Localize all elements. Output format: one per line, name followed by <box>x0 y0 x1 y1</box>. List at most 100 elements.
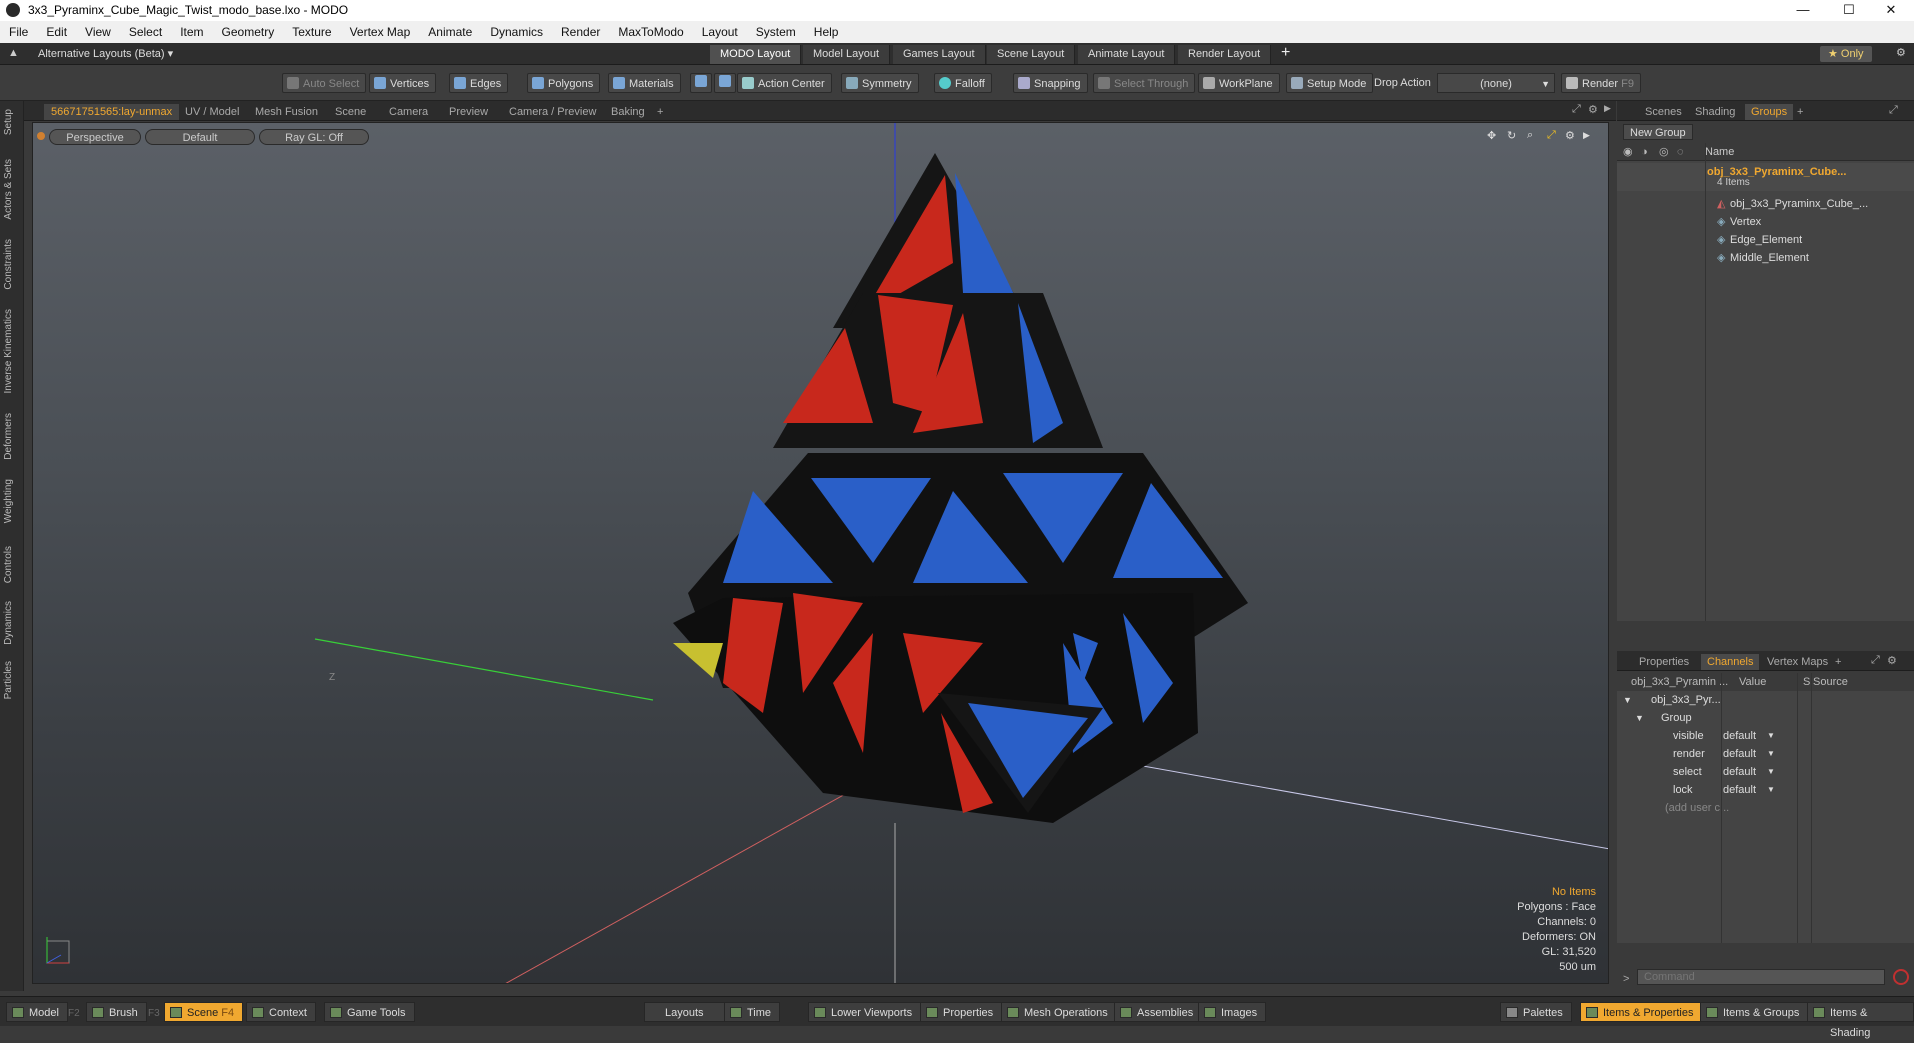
add-tab-button[interactable]: + <box>650 104 670 120</box>
channel-row[interactable]: lock default ▼ <box>1617 781 1914 799</box>
menu-view[interactable]: View <box>76 21 120 43</box>
command-input[interactable] <box>1637 969 1885 985</box>
chevron-down-icon[interactable]: ▼ <box>1767 745 1775 763</box>
chevron-down-icon[interactable]: ▼ <box>1767 781 1775 799</box>
time-button[interactable]: Time <box>724 1002 781 1022</box>
tab-actors-sets[interactable]: Actors & Sets <box>3 159 14 220</box>
tab-inverse-kinematics[interactable]: Inverse Kinematics <box>3 309 14 393</box>
materials-button[interactable]: Materials <box>608 73 681 93</box>
tab-deformers[interactable]: Deformers <box>3 413 14 460</box>
maximize-viewport-icon[interactable]: ⤢ <box>1572 103 1581 116</box>
palettes-button[interactable]: Palettes <box>1500 1002 1572 1022</box>
viewport-gear-icon[interactable]: ⚙ <box>1588 103 1598 116</box>
tab-dynamics[interactable]: Dynamics <box>3 601 14 645</box>
record-icon[interactable] <box>1893 969 1909 985</box>
add-panel-tab-button[interactable]: + <box>1791 104 1809 120</box>
assemblies-button[interactable]: Assemblies <box>1114 1002 1203 1022</box>
model-button[interactable]: Model <box>6 1002 68 1022</box>
tab-constraints[interactable]: Constraints <box>3 239 14 290</box>
tab-shading[interactable]: Shading <box>1689 104 1741 120</box>
element-mode-button[interactable] <box>690 73 712 93</box>
tab-camera-preview[interactable]: Camera / Preview <box>502 104 603 120</box>
tab-render-layout[interactable]: Render Layout <box>1178 45 1272 64</box>
tab-channels[interactable]: Channels <box>1701 654 1760 670</box>
group-row[interactable]: obj_3x3_Pyraminx_Cube... 4 Items <box>1617 163 1914 191</box>
tab-model-layout[interactable]: Model Layout <box>803 45 891 64</box>
menu-texture[interactable]: Texture <box>283 21 340 43</box>
lower-viewports-button[interactable]: Lower Viewports <box>808 1002 922 1022</box>
tab-games-layout[interactable]: Games Layout <box>893 45 986 64</box>
channel-object-row[interactable]: ▼ obj_3x3_Pyr... <box>1617 691 1914 709</box>
auto-select-button[interactable]: Auto Select <box>282 73 367 93</box>
maximize-button[interactable]: ☐ <box>1826 0 1872 21</box>
game-tools-button[interactable]: Game Tools <box>324 1002 415 1022</box>
menu-select[interactable]: Select <box>120 21 171 43</box>
tab-modo-layout[interactable]: MODO Layout <box>710 45 802 64</box>
menu-dynamics[interactable]: Dynamics <box>481 21 552 43</box>
tab-weighting[interactable]: Weighting <box>3 479 14 523</box>
menu-maxtomodo[interactable]: MaxToModo <box>609 21 692 43</box>
viewport-menu-icon[interactable]: ▶ <box>1604 103 1611 114</box>
menu-help[interactable]: Help <box>805 21 848 43</box>
list-item[interactable]: ◈ Middle_Element <box>1617 249 1914 267</box>
menu-file[interactable]: File <box>0 21 37 43</box>
items-shading-button[interactable]: Items & Shading <box>1807 1002 1914 1039</box>
3d-viewport[interactable]: Perspective Default Ray GL: Off ✥ ↻ ⌕ ⤢ … <box>32 122 1609 984</box>
items-properties-button[interactable]: Items & Properties <box>1580 1002 1703 1022</box>
brush-button[interactable]: Brush <box>86 1002 147 1022</box>
menu-edit[interactable]: Edit <box>37 21 76 43</box>
polygons-button[interactable]: Polygons <box>527 73 601 93</box>
tab-scene-layout[interactable]: Scene Layout <box>987 45 1076 64</box>
tab-scene[interactable]: Scene <box>328 104 373 120</box>
menu-layout[interactable]: Layout <box>693 21 747 43</box>
tab-controls[interactable]: Controls <box>3 546 14 583</box>
gear-icon[interactable]: ⚙ <box>1896 46 1906 59</box>
menu-animate[interactable]: Animate <box>419 21 481 43</box>
tab-properties[interactable]: Properties <box>1633 654 1695 670</box>
channel-row[interactable]: render default ▼ <box>1617 745 1914 763</box>
context-button[interactable]: Context <box>246 1002 316 1022</box>
items-groups-button[interactable]: Items & Groups <box>1700 1002 1809 1022</box>
select-through-button[interactable]: Select Through <box>1093 73 1196 93</box>
menu-render[interactable]: Render <box>552 21 609 43</box>
new-group-button[interactable]: New Group <box>1623 124 1693 140</box>
properties-button[interactable]: Properties <box>920 1002 1003 1022</box>
render-button[interactable]: Render F9 <box>1561 73 1641 93</box>
tab-groups[interactable]: Groups <box>1745 104 1794 120</box>
tab-vertex-maps[interactable]: Vertex Maps <box>1761 654 1834 670</box>
tab-baking[interactable]: Baking <box>604 104 652 120</box>
only-toggle[interactable]: ★ Only <box>1820 46 1872 62</box>
tab-animate-layout[interactable]: Animate Layout <box>1078 45 1176 64</box>
vertices-button[interactable]: Vertices <box>369 73 437 93</box>
expand-panel-icon[interactable]: ⤢ <box>1889 104 1898 117</box>
layouts-button[interactable]: Layouts <box>644 1002 725 1022</box>
falloff-button[interactable]: Falloff <box>934 73 992 93</box>
chevron-down-icon[interactable]: ▼ <box>1767 763 1775 781</box>
menu-geometry[interactable]: Geometry <box>213 21 284 43</box>
expand-channels-icon[interactable]: ⤢ <box>1871 654 1880 667</box>
setup-mode-button[interactable]: Setup Mode <box>1286 73 1374 93</box>
tab-particles[interactable]: Particles <box>3 661 14 699</box>
channel-row[interactable]: visible default ▼ <box>1617 727 1914 745</box>
symmetry-button[interactable]: Symmetry <box>841 73 919 93</box>
channel-row[interactable]: select default ▼ <box>1617 763 1914 781</box>
snapping-button[interactable]: Snapping <box>1013 73 1088 93</box>
center-mode-button[interactable] <box>714 73 736 93</box>
menu-system[interactable]: System <box>747 21 805 43</box>
drop-action-select[interactable]: (none) ▼ <box>1437 73 1555 93</box>
menu-item[interactable]: Item <box>171 21 212 43</box>
tab-lay-unmax[interactable]: 56671751565:lay-unmax <box>44 104 180 120</box>
close-button[interactable]: ✕ <box>1868 0 1914 21</box>
add-channel-tab-button[interactable]: + <box>1829 654 1847 670</box>
images-button[interactable]: Images <box>1198 1002 1267 1022</box>
tab-preview[interactable]: Preview <box>442 104 495 120</box>
minimize-button[interactable]: — <box>1780 0 1826 21</box>
chevron-down-icon[interactable]: ▼ <box>1767 727 1775 745</box>
workplane-button[interactable]: WorkPlane <box>1198 73 1280 93</box>
menu-vertex-map[interactable]: Vertex Map <box>341 21 420 43</box>
mesh-operations-button[interactable]: Mesh Operations <box>1001 1002 1117 1022</box>
edges-button[interactable]: Edges <box>449 73 509 93</box>
tab-mesh-fusion[interactable]: Mesh Fusion <box>248 104 325 120</box>
channel-group-row[interactable]: ▼ Group <box>1617 709 1914 727</box>
tab-setup[interactable]: Setup <box>3 109 14 135</box>
